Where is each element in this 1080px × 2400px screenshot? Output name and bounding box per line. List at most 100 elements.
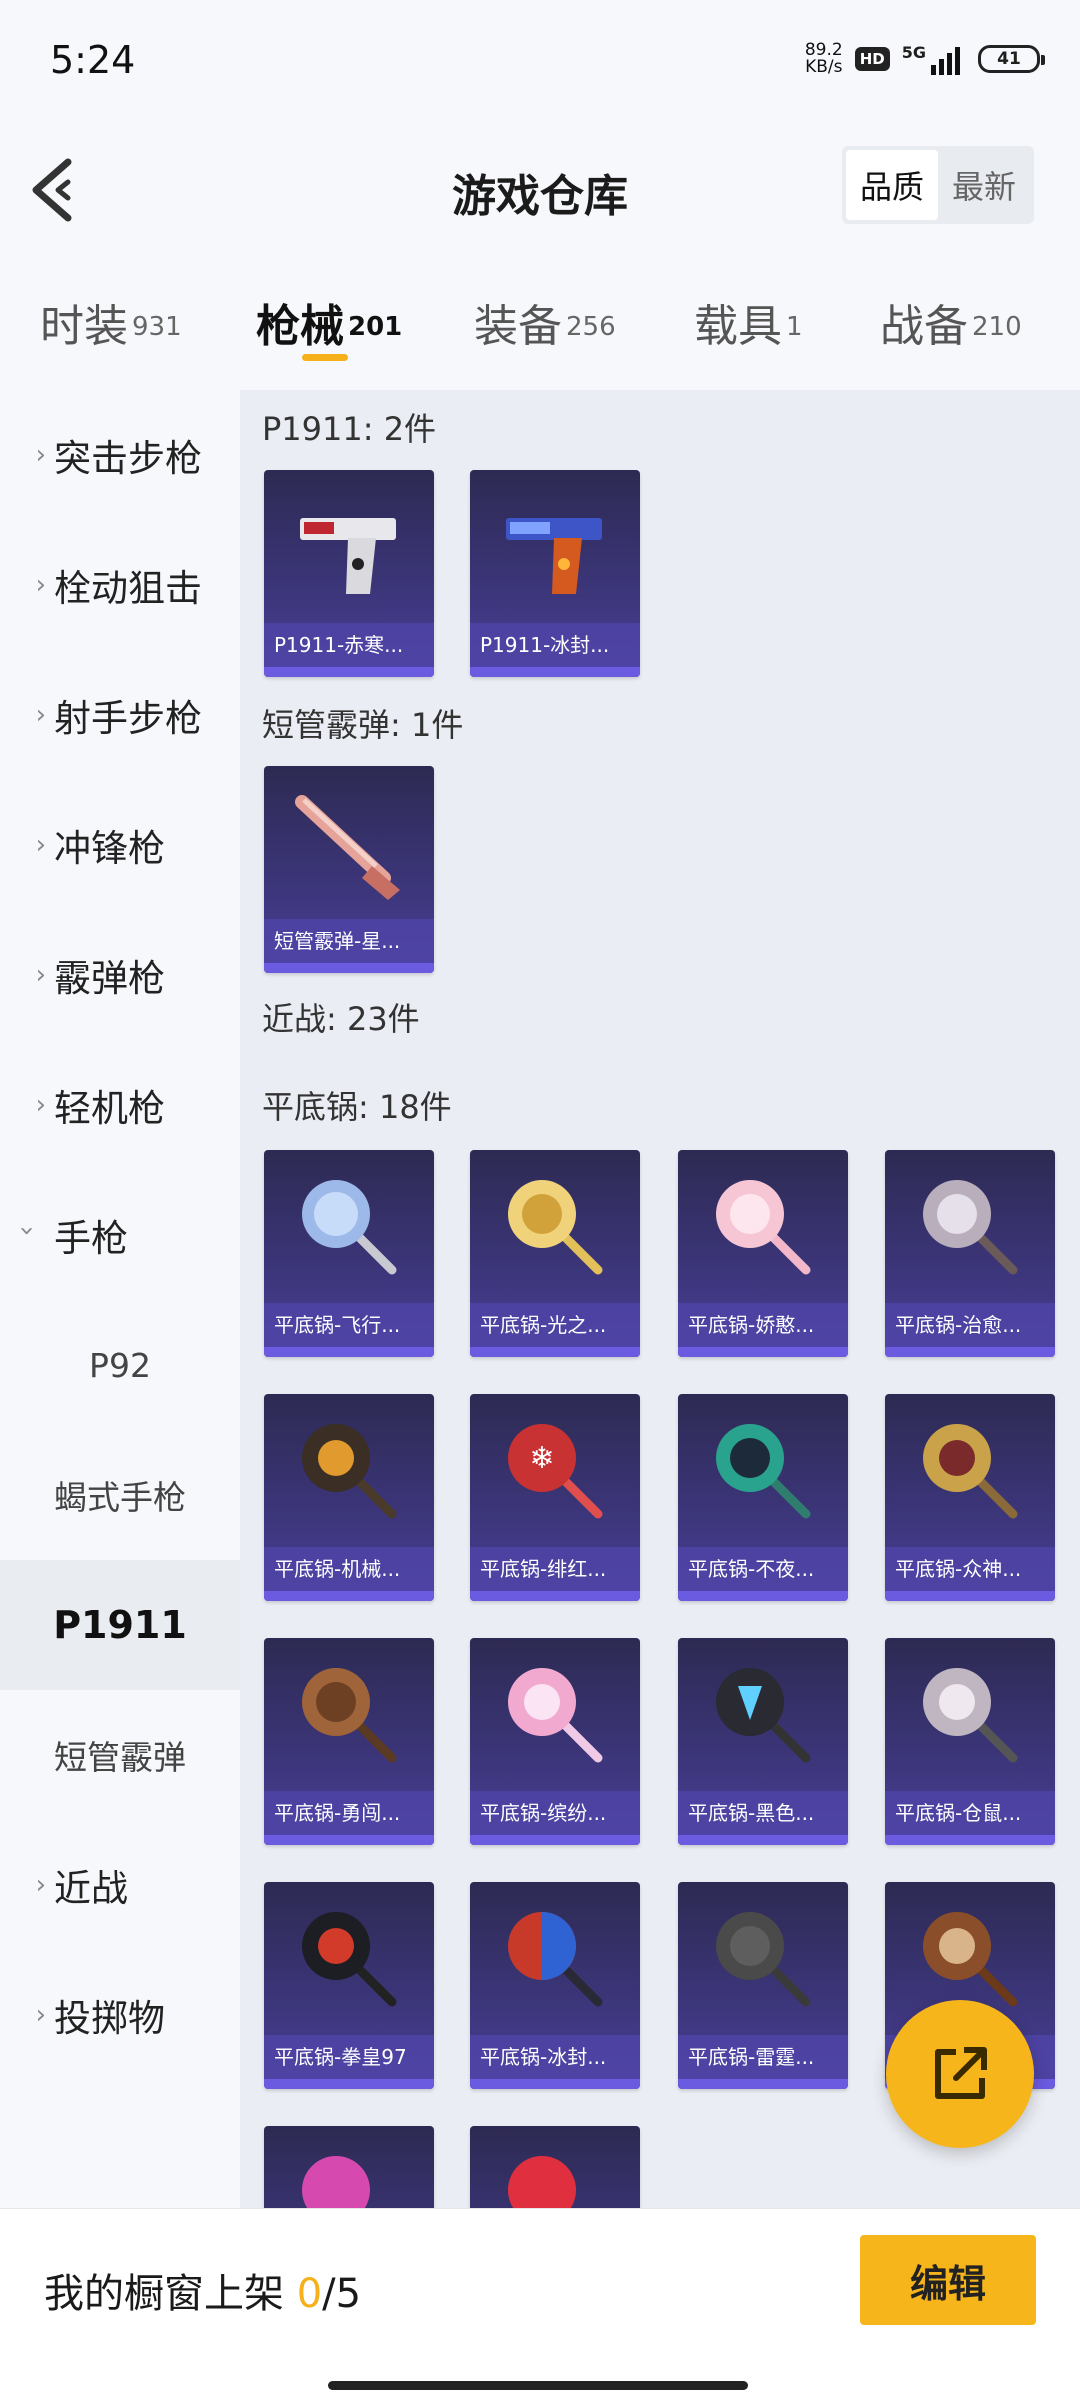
- item-name: P1911-冰封...: [470, 623, 640, 667]
- tab-count: 931: [132, 311, 182, 342]
- sidebar: › 突击步枪 › 栓动狙击 › 射手步枪 › 冲锋枪 › 霰弹枪 › 轻机枪 › 手枪 P92…: [0, 390, 240, 2208]
- sidebar-item-bolt-sniper[interactable]: › 栓动狙击: [0, 520, 240, 650]
- shotgun-icon: [295, 795, 400, 900]
- item-name: 平底锅-娇憨...: [678, 1303, 848, 1347]
- frying-pan-icon: [302, 1180, 397, 1275]
- tab-fashion[interactable]: 时装 931: [40, 290, 182, 354]
- frying-pan-icon: [302, 2156, 370, 2208]
- showcase-label: 我的橱窗上架: [44, 2271, 284, 2317]
- item-card[interactable]: 平底锅-勇闯...: [264, 1638, 434, 1845]
- item-name: 平底锅-拳皇97: [264, 2035, 434, 2079]
- item-card[interactable]: 平底锅-黑色...: [678, 1638, 848, 1845]
- sidebar-item-marksman-rifle[interactable]: › 射手步枪: [0, 650, 240, 780]
- item-name: 短管霰弹-星...: [264, 919, 434, 963]
- item-name: P1911-赤寒...: [264, 623, 434, 667]
- item-card[interactable]: 平底锅-缤纷...: [470, 1638, 640, 1845]
- tab-count: 256: [566, 311, 616, 342]
- sidebar-item-label: 冲锋枪: [54, 827, 165, 870]
- item-name: 平底锅-机械...: [264, 1547, 434, 1591]
- item-name: 平底锅-飞行...: [264, 1303, 434, 1347]
- item-card[interactable]: 平底锅-机械...: [264, 1394, 434, 1601]
- sort-option-quality[interactable]: 品质: [845, 150, 938, 220]
- frying-pan-icon: [302, 1424, 397, 1519]
- tab-label: 时装: [40, 301, 128, 352]
- chevron-right-icon: ›: [35, 700, 46, 730]
- chevron-right-icon: ›: [35, 2000, 46, 2030]
- tab-count: 210: [972, 311, 1022, 342]
- item-name: 平底锅-雷霆...: [678, 2035, 848, 2079]
- sidebar-item-shotgun[interactable]: › 霰弹枪: [0, 910, 240, 1040]
- sort-option-latest[interactable]: 最新: [938, 150, 1030, 220]
- network-type: 5G: [901, 43, 926, 62]
- sidebar-item-assault-rifle[interactable]: › 突击步枪: [0, 390, 240, 520]
- active-tab-indicator: [302, 354, 348, 361]
- tab-vehicles[interactable]: 载具 1: [694, 290, 803, 354]
- chevron-right-icon: ›: [35, 830, 46, 860]
- status-bar: 5:24 89.2 KB/s HD 5G 41: [0, 0, 1080, 130]
- frying-pan-icon: [716, 1180, 811, 1275]
- section-title: 短管霰弹: 1件: [262, 706, 464, 744]
- sidebar-item-melee[interactable]: › 近战: [0, 1820, 240, 1950]
- share-icon: [935, 2047, 987, 2099]
- pistol-icon: [300, 518, 396, 594]
- item-card[interactable]: [470, 2126, 640, 2208]
- sidebar-item-label: 蝎式手枪: [54, 1478, 186, 1517]
- item-card[interactable]: 平底锅-飞行...: [264, 1150, 434, 1357]
- sidebar-item-label: 近战: [54, 1867, 128, 1910]
- frying-pan-icon: ❄: [508, 1424, 603, 1519]
- sidebar-item-pistol[interactable]: › 手枪: [0, 1170, 240, 1300]
- frying-pan-icon: [923, 1424, 1018, 1519]
- item-card[interactable]: P1911-赤寒...: [264, 470, 434, 677]
- item-card[interactable]: ❄ 平底锅-绯红...: [470, 1394, 640, 1601]
- hd-icon: HD: [854, 47, 890, 71]
- chevron-down-icon: ›: [12, 1225, 42, 1237]
- item-card[interactable]: 平底锅-冰封...: [470, 1882, 640, 2089]
- showcase-status: 我的橱窗上架 0/5: [44, 2261, 361, 2319]
- showcase-max-count: /5: [322, 2271, 362, 2317]
- sidebar-subitem-p1911[interactable]: P1911: [0, 1560, 240, 1690]
- share-button[interactable]: [886, 2000, 1034, 2148]
- tab-firearms[interactable]: 枪械 201: [256, 290, 402, 354]
- edit-button[interactable]: 编辑: [860, 2235, 1036, 2325]
- status-time: 5:24: [50, 38, 136, 82]
- battery-icon: 41: [978, 45, 1045, 73]
- item-card[interactable]: 平底锅-光之...: [470, 1150, 640, 1357]
- sidebar-item-lmg[interactable]: › 轻机枪: [0, 1040, 240, 1170]
- sidebar-item-label: 栓动狙击: [54, 567, 202, 610]
- frying-pan-icon: [716, 1912, 811, 2007]
- tab-tactical[interactable]: 战备 210: [880, 290, 1022, 354]
- sidebar-subitem-scorpion[interactable]: 蝎式手枪: [0, 1430, 240, 1560]
- item-name: 平底锅-绯红...: [470, 1547, 640, 1591]
- item-card[interactable]: 平底锅-治愈...: [885, 1150, 1055, 1357]
- section-title: 平底锅: 18件: [262, 1088, 452, 1126]
- back-button[interactable]: [22, 150, 92, 230]
- sidebar-item-label: P1911: [53, 1603, 187, 1647]
- item-card[interactable]: P1911-冰封...: [470, 470, 640, 677]
- sidebar-item-label: 手枪: [54, 1217, 128, 1260]
- item-card[interactable]: 平底锅-众神...: [885, 1394, 1055, 1601]
- sidebar-subitem-sawed-off[interactable]: 短管霰弹: [0, 1690, 240, 1820]
- home-indicator[interactable]: [328, 2381, 748, 2390]
- sidebar-item-label: 射手步枪: [54, 697, 202, 740]
- sidebar-subitem-p92[interactable]: P92: [0, 1300, 240, 1430]
- tab-label: 战备: [880, 301, 968, 352]
- item-card[interactable]: [264, 2126, 434, 2208]
- chevron-right-icon: ›: [35, 1870, 46, 1900]
- item-card[interactable]: 平底锅-不夜...: [678, 1394, 848, 1601]
- item-card[interactable]: 平底锅-雷霆...: [678, 1882, 848, 2089]
- tab-equipment[interactable]: 装备 256: [474, 290, 616, 354]
- sidebar-item-smg[interactable]: › 冲锋枪: [0, 780, 240, 910]
- item-card[interactable]: 平底锅-娇憨...: [678, 1150, 848, 1357]
- chevron-right-icon: ›: [35, 440, 46, 470]
- item-card[interactable]: 平底锅-仓鼠...: [885, 1638, 1055, 1845]
- chevron-right-icon: ›: [35, 1090, 46, 1120]
- sidebar-item-throwables[interactable]: › 投掷物: [0, 1950, 240, 2080]
- frying-pan-icon: [508, 1180, 603, 1275]
- item-grid: P1911: 2件 短管霰弹: 1件 近战: 23件 平底锅: 18件 P191…: [240, 390, 1080, 2208]
- item-name: 平底锅-治愈...: [885, 1303, 1055, 1347]
- item-card[interactable]: 短管霰弹-星...: [264, 766, 434, 973]
- item-card[interactable]: 平底锅-拳皇97: [264, 1882, 434, 2089]
- svg-text:❄: ❄: [529, 1441, 554, 1476]
- showcase-current-count: 0: [296, 2271, 323, 2317]
- item-name: 平底锅-冰封...: [470, 2035, 640, 2079]
